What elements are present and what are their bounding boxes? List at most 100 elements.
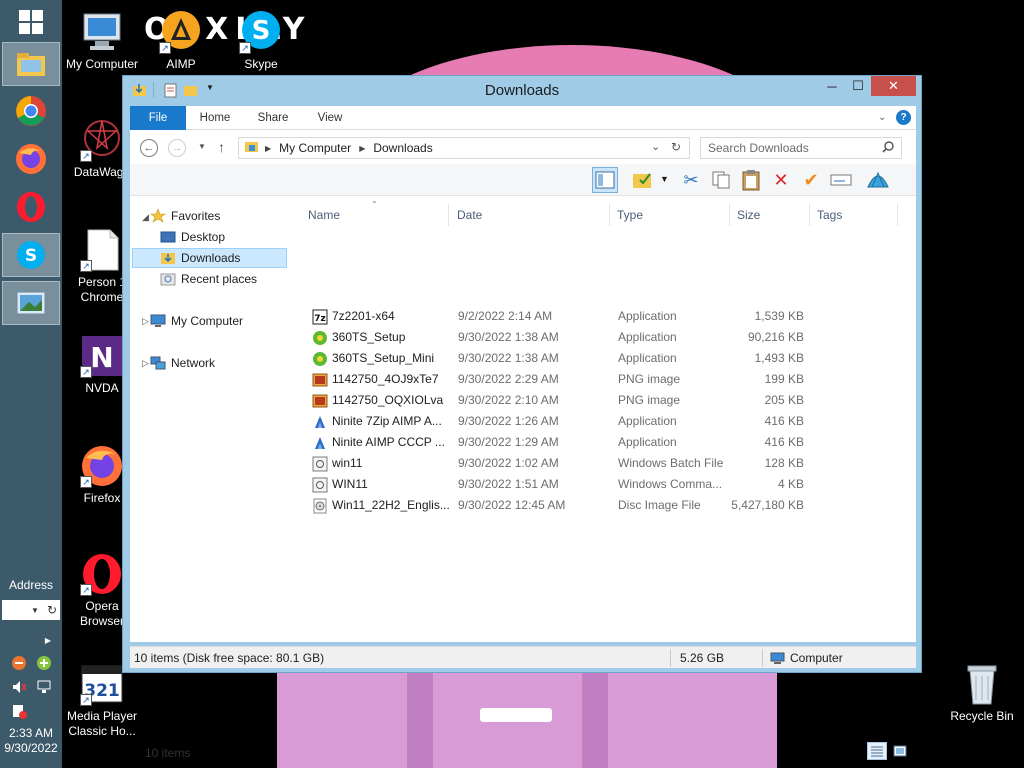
- help-icon[interactable]: ?: [896, 110, 911, 125]
- file-row[interactable]: WIN11 9/30/2022 1:51 AM Windows Comma... 4 …: [298, 474, 918, 495]
- desktop-icon-skype[interactable]: S ↗ Skype: [221, 10, 301, 72]
- taskbar-firefox[interactable]: [2, 137, 60, 181]
- breadcrumb-chevron-icon[interactable]: ▶: [359, 144, 365, 153]
- window-titlebar[interactable]: ▼ Downloads ─ ☐ ✕: [123, 76, 921, 104]
- column-header-date[interactable]: Date: [457, 208, 482, 228]
- forward-button[interactable]: →: [168, 139, 186, 157]
- file-row[interactable]: 360TS_Setup 9/30/2022 1:38 AM Application 9…: [298, 327, 918, 348]
- column-header-size[interactable]: Size: [737, 208, 760, 228]
- search-input[interactable]: Search Downloads: [700, 137, 902, 159]
- nav-favorites[interactable]: Favorites: [150, 206, 286, 226]
- file-row[interactable]: 1142750_4OJ9xTe7 9/30/2022 2:29 AM PNG ima…: [298, 369, 918, 390]
- tab-view[interactable]: View: [308, 106, 352, 130]
- file-row[interactable]: 1142750_OQXIOLva 9/30/2022 2:10 AM PNG ima…: [298, 390, 918, 411]
- breadcrumb-downloads[interactable]: Downloads: [373, 141, 432, 155]
- column-header-tags[interactable]: Tags: [817, 208, 842, 228]
- network-icon[interactable]: [36, 679, 52, 695]
- column-header-type[interactable]: Type: [617, 208, 643, 228]
- shell-button[interactable]: [865, 167, 891, 193]
- file-row[interactable]: Win11_22H2_Englis... 9/30/2022 12:45 AM Di…: [298, 495, 918, 516]
- preview-pane-button[interactable]: [592, 167, 618, 193]
- breadcrumb-chevron-icon[interactable]: ▶: [265, 144, 271, 153]
- paste-button[interactable]: [738, 167, 764, 193]
- file-type: Windows Batch File: [618, 456, 724, 470]
- breadcrumb-my-computer[interactable]: My Computer: [279, 141, 351, 155]
- item-count: 10 items: [145, 746, 191, 760]
- expand-network-icon[interactable]: ▷: [142, 358, 149, 369]
- nav-desktop[interactable]: Desktop: [160, 227, 286, 247]
- close-button[interactable]: ✕: [871, 76, 916, 96]
- up-arrow-icon[interactable]: ↑: [218, 139, 225, 155]
- expand-my-computer-icon[interactable]: ▷: [142, 316, 149, 327]
- column-header-name[interactable]: Name: [308, 208, 340, 228]
- delete-button[interactable]: ✕: [768, 167, 794, 193]
- file-date: 9/30/2022 1:26 AM: [458, 414, 559, 428]
- tray-minus-icon[interactable]: [11, 655, 27, 671]
- taskbar-skype[interactable]: S: [2, 233, 60, 277]
- search-placeholder: Search Downloads: [708, 141, 809, 155]
- desktop-icon-aimp[interactable]: ↗ AIMP: [141, 10, 221, 72]
- file-size: 416 KB: [764, 414, 804, 428]
- file-row[interactable]: Ninite AIMP CCCP ... 9/30/2022 1:29 AM App…: [298, 432, 918, 453]
- folder-options-button[interactable]: [630, 167, 656, 193]
- file-name: WIN11: [332, 477, 368, 491]
- file-date: 9/30/2022 1:38 AM: [458, 330, 559, 344]
- desktop-icon-recycle-bin[interactable]: Recycle Bin: [942, 662, 1022, 724]
- file-name: Win11_22H2_Englis...: [332, 498, 450, 512]
- column-separator: [448, 204, 449, 226]
- file-row[interactable]: win11 9/30/2022 1:02 AM Windows Batch File…: [298, 453, 918, 474]
- desktop-icon-media-player[interactable]: 321 ↗ Media Player Classic Ho...: [62, 662, 142, 739]
- volume-muted-icon[interactable]: [11, 679, 27, 695]
- file-row[interactable]: 7z 7z2201-x64 9/2/2022 2:14 AM Application 1…: [298, 306, 918, 327]
- desktop-icon-my-computer[interactable]: My Computer: [62, 10, 142, 72]
- taskbar-opera[interactable]: [2, 185, 60, 229]
- file-type: Application: [618, 330, 677, 344]
- cut-button[interactable]: ✂: [678, 167, 704, 193]
- tab-home[interactable]: Home: [192, 106, 238, 130]
- file-row[interactable]: 360TS_Setup_Mini 9/30/2022 1:38 AM Applica…: [298, 348, 918, 369]
- back-button[interactable]: ←: [140, 139, 158, 157]
- taskbar-image-viewer[interactable]: [2, 281, 60, 325]
- large-icons-view-button[interactable]: [890, 742, 910, 760]
- nav-downloads[interactable]: Downloads: [132, 248, 287, 268]
- chevron-down-icon[interactable]: ▼: [31, 606, 39, 615]
- recent-locations-icon[interactable]: ▼: [198, 142, 206, 151]
- nav-network[interactable]: Network: [150, 353, 286, 373]
- file-size: 90,216 KB: [747, 330, 804, 344]
- security-alert-icon[interactable]: [11, 703, 27, 719]
- collapse-favorites-icon[interactable]: ◢: [142, 212, 149, 223]
- shortcut-arrow-icon: ↗: [80, 694, 92, 706]
- copy-button[interactable]: [708, 167, 734, 193]
- taskbar-address-input[interactable]: ▼ ↻: [2, 600, 60, 620]
- refresh-icon[interactable]: ↻: [671, 140, 681, 154]
- taskbar-file-explorer[interactable]: [2, 42, 60, 86]
- tab-share[interactable]: Share: [248, 106, 298, 130]
- file-row[interactable]: Ninite 7Zip AIMP A... 9/30/2022 1:26 AM Ap…: [298, 411, 918, 432]
- address-dropdown-icon[interactable]: ⌄: [651, 140, 660, 153]
- recycle-bin-icon: [960, 662, 1004, 706]
- tray-plus-icon[interactable]: [36, 655, 52, 671]
- nav-recent-places[interactable]: Recent places: [160, 269, 286, 289]
- maximize-button[interactable]: ☐: [845, 76, 871, 96]
- rename-button[interactable]: [828, 167, 854, 193]
- taskbar-chrome[interactable]: [2, 89, 60, 133]
- refresh-icon[interactable]: ↻: [47, 603, 57, 617]
- minimize-button[interactable]: ─: [819, 76, 845, 96]
- search-icon[interactable]: [882, 141, 894, 156]
- taskbar-clock[interactable]: 2:33 AM 9/30/2022: [0, 726, 62, 756]
- navigation-pane: ◢ Favorites Desktop Downloads Recent pla…: [130, 196, 290, 642]
- taskbar: S Address ▼ ↻ ▶ 2:33 AM 9/30/2022: [0, 0, 62, 768]
- network-icon: [150, 356, 166, 370]
- nav-my-computer[interactable]: My Computer: [150, 311, 286, 331]
- start-button[interactable]: [2, 0, 60, 44]
- ribbon-expand-icon[interactable]: ⌄: [878, 112, 886, 123]
- tray-expand-icon[interactable]: ▶: [40, 632, 56, 648]
- details-view-button[interactable]: [867, 742, 887, 760]
- folder-options-dropdown-icon[interactable]: ▼: [660, 174, 669, 184]
- status-separator: [762, 649, 763, 667]
- file-date: 9/30/2022 1:29 AM: [458, 435, 559, 449]
- status-bar: 10 items (Disk free space: 80.1 GB) 5.26…: [130, 646, 916, 668]
- tab-file[interactable]: File: [130, 106, 186, 130]
- breadcrumb[interactable]: ▶ My Computer ▶ Downloads ⌄ ↻: [238, 137, 690, 159]
- select-all-button[interactable]: ✔: [798, 167, 824, 193]
